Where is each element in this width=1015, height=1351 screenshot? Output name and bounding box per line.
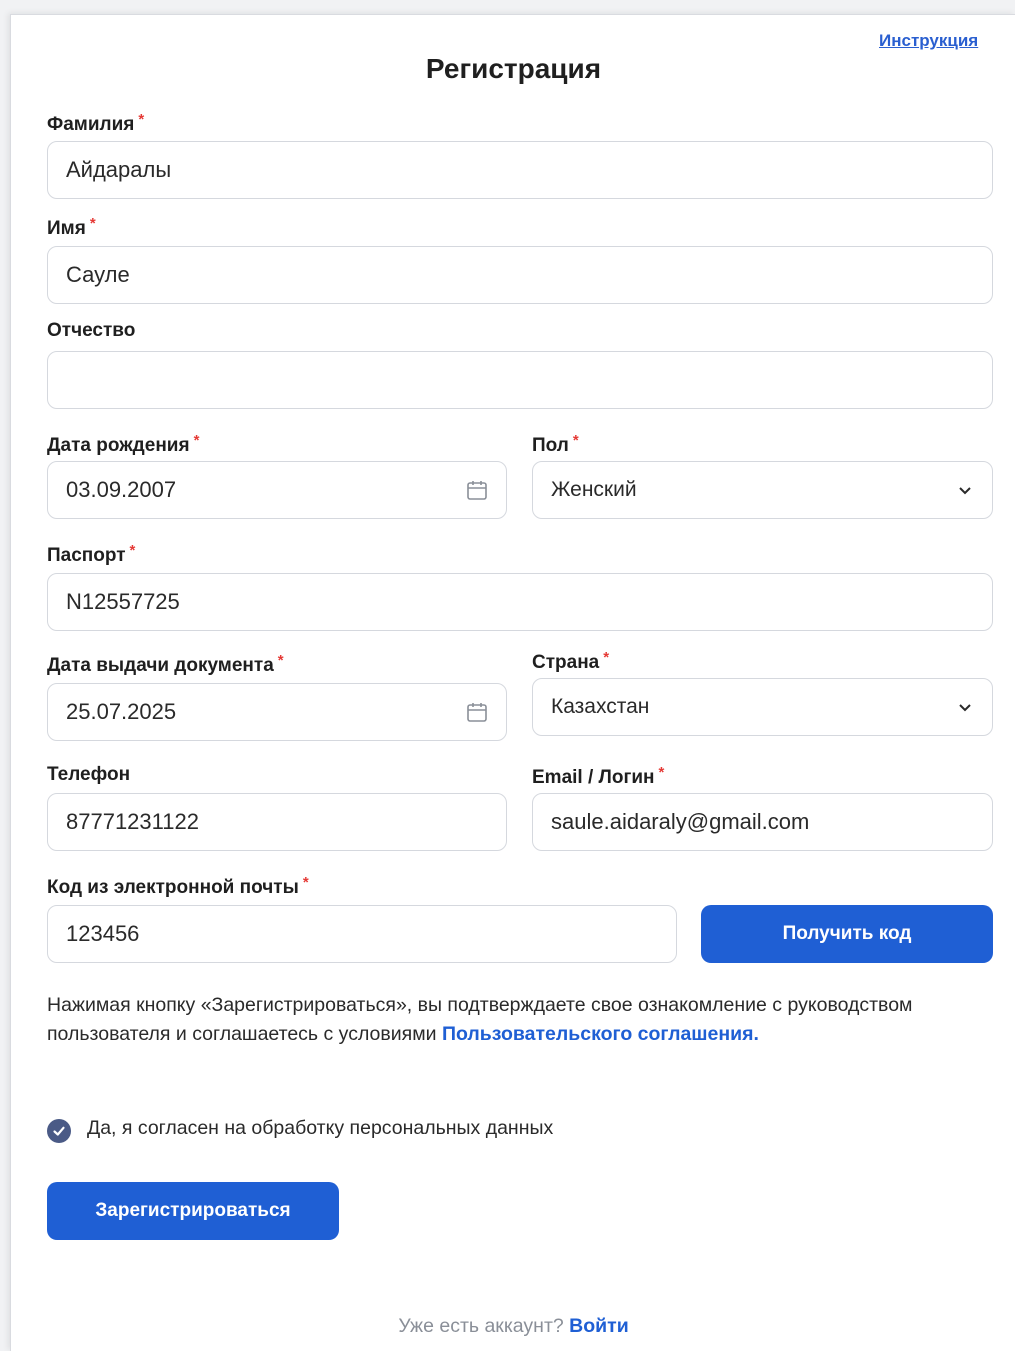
required-marker: * (138, 111, 145, 128)
email-input[interactable] (551, 809, 974, 835)
required-marker: * (658, 764, 665, 781)
country-select[interactable]: Казахстан (532, 678, 993, 736)
last-name-label: Фамилия * (47, 111, 145, 135)
user-agreement-link[interactable]: Пользовательского соглашения. (442, 1023, 759, 1045)
country-label: Страна * (532, 649, 610, 673)
email-code-input[interactable] (66, 921, 658, 947)
chevron-down-icon[interactable] (956, 698, 974, 716)
last-name-input[interactable] (66, 157, 974, 183)
gender-selected-value: Женский (551, 478, 637, 501)
issue-date-input[interactable] (66, 699, 458, 725)
calendar-icon[interactable] (466, 701, 488, 723)
birth-date-label: Дата рождения * (47, 432, 200, 456)
gender-select[interactable]: Женский (532, 461, 993, 519)
agreement-notice: Нажимая кнопку «Зарегистрироваться», вы … (47, 994, 913, 1045)
country-selected-value: Казахстан (551, 695, 650, 718)
chevron-down-icon[interactable] (956, 481, 974, 499)
email-code-field[interactable] (47, 905, 677, 963)
required-marker: * (302, 874, 309, 891)
phone-input[interactable] (66, 809, 488, 835)
first-name-label: Имя * (47, 215, 96, 239)
required-marker: * (89, 215, 96, 232)
birth-date-input[interactable] (66, 477, 458, 503)
email-code-label: Код из электронной почты * (47, 874, 309, 898)
first-name-field[interactable] (47, 246, 993, 304)
middle-name-field[interactable] (47, 351, 993, 409)
consent-checkbox[interactable] (47, 1119, 71, 1143)
register-button[interactable]: Зарегистрироваться (47, 1182, 339, 1240)
middle-name-label: Отчество (47, 320, 136, 341)
consent-label[interactable]: Да, я согласен на обработку персональных… (87, 1117, 553, 1140)
issue-date-label: Дата выдачи документа * (47, 652, 284, 676)
instructions-link[interactable]: Инструкция (879, 31, 978, 51)
passport-input[interactable] (66, 589, 974, 615)
required-marker: * (603, 649, 610, 666)
calendar-icon[interactable] (466, 479, 488, 501)
middle-name-input[interactable] (66, 367, 974, 393)
page-title: Регистрация (425, 53, 602, 84)
passport-field[interactable] (47, 573, 993, 631)
registration-card: Инструкция Регистрация Фамилия* Имя* Отч… (10, 14, 1015, 1351)
phone-label: Телефон (47, 764, 131, 785)
required-marker: * (193, 432, 200, 449)
get-code-button[interactable]: Получить код (701, 905, 993, 963)
login-prompt: Уже есть аккаунт? Войти (398, 1315, 629, 1337)
issue-date-field[interactable] (47, 683, 507, 741)
phone-field[interactable] (47, 793, 507, 851)
email-label: Email / Логин * (532, 764, 665, 788)
last-name-field[interactable] (47, 141, 993, 199)
required-marker: * (572, 432, 579, 449)
required-marker: * (277, 652, 284, 669)
birth-date-field[interactable] (47, 461, 507, 519)
login-link[interactable]: Войти (569, 1315, 629, 1337)
required-marker: * (129, 542, 136, 559)
first-name-input[interactable] (66, 262, 974, 288)
gender-label: Пол * (532, 432, 579, 456)
checkmark-icon (53, 1126, 65, 1136)
passport-label: Паспорт * (47, 542, 136, 566)
email-field[interactable] (532, 793, 993, 851)
